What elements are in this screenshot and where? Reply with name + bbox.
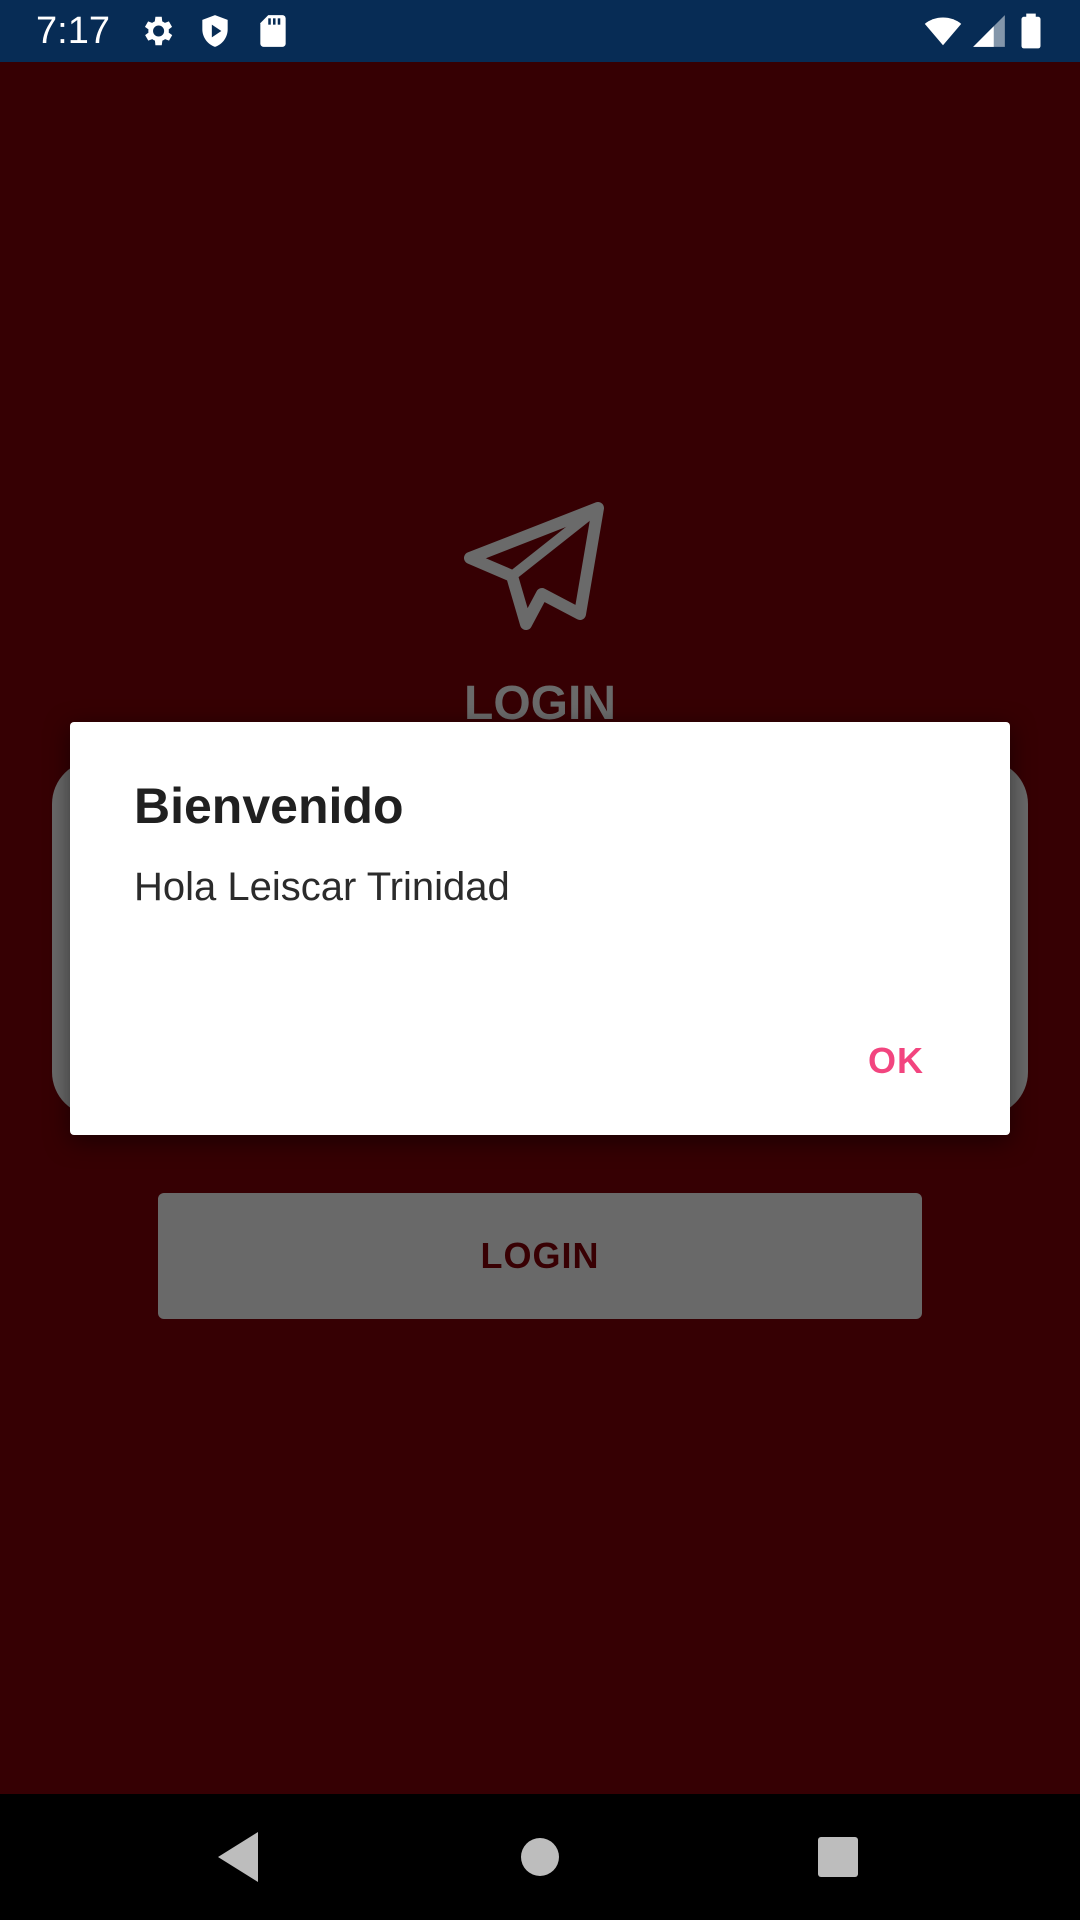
screen: 7:17 LOGIN LOGIN Bienvenido Hola Leiscar… [0,0,1080,1920]
paper-plane-icon [462,502,608,632]
welcome-dialog: Bienvenido Hola Leiscar Trinidad OK [70,722,1010,1135]
status-time: 7:17 [36,10,110,52]
navigation-bar [0,1794,1080,1920]
wifi-icon [922,12,964,50]
sd-card-icon [254,12,292,50]
home-icon[interactable] [510,1824,570,1890]
dialog-title: Bienvenido [134,778,404,834]
signal-icon [970,12,1008,50]
dialog-message: Hola Leiscar Trinidad [134,865,510,909]
gear-icon [138,12,176,50]
back-icon[interactable] [210,1824,270,1890]
battery-icon [1012,12,1050,50]
shield-play-icon [196,12,234,50]
ok-button[interactable]: OK [868,1038,924,1084]
login-button[interactable]: LOGIN [158,1193,922,1319]
status-bar: 7:17 [0,0,1080,62]
recents-icon[interactable] [808,1824,868,1890]
